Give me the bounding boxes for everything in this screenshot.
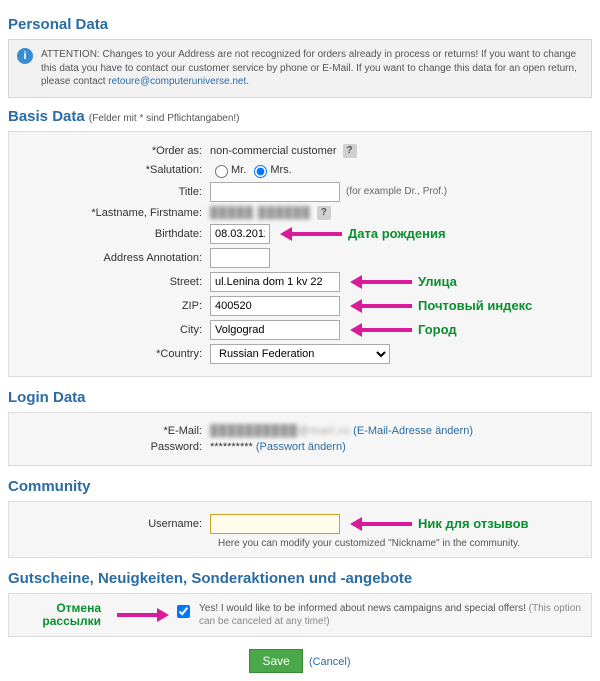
title-hint: (for example Dr., Prof.) xyxy=(346,186,447,197)
city-label: City: xyxy=(15,324,210,336)
order-as-value: non-commercial customer xyxy=(210,145,337,157)
newsletter-checkbox-label: Yes! I would like to be informed about n… xyxy=(199,602,585,628)
annotation-arrow xyxy=(350,323,412,337)
email-value: ██████████@mail.ru xyxy=(210,425,350,437)
salutation-label: *Salutation: xyxy=(15,164,210,176)
help-icon[interactable]: ? xyxy=(317,206,331,220)
annotation-arrow xyxy=(350,275,412,289)
newsletter-checkbox[interactable] xyxy=(177,605,190,618)
newsletter-text: Yes! I would like to be informed about n… xyxy=(199,603,529,614)
birthdate-label: Birthdate: xyxy=(15,228,210,240)
city-input[interactable] xyxy=(210,320,340,340)
salutation-mr-label: Mr. xyxy=(231,164,246,176)
attention-email-link[interactable]: retoure@computeruniverse.net xyxy=(108,76,246,87)
username-annotation: Ник для отзывов xyxy=(418,516,529,531)
cancel-link[interactable]: (Cancel) xyxy=(309,656,351,668)
attention-text: ATTENTION: Changes to your Address are n… xyxy=(41,48,583,89)
password-label: Password: xyxy=(15,441,210,453)
order-as-label: *Order as: xyxy=(15,145,210,157)
attention-box: i ATTENTION: Changes to your Address are… xyxy=(8,39,592,98)
addr-annot-input[interactable] xyxy=(210,248,270,268)
city-annotation: Город xyxy=(418,322,457,337)
community-heading: Community xyxy=(8,478,592,495)
street-input[interactable] xyxy=(210,272,340,292)
salutation-mrs-radio[interactable] xyxy=(254,165,267,178)
name-label: *Lastname, Firstname: xyxy=(15,207,210,219)
basis-subtitle: (Felder mit * sind Pflichtangaben!) xyxy=(89,113,240,124)
newsletter-heading: Gutscheine, Neuigkeiten, Sonderaktionen … xyxy=(8,570,592,587)
zip-label: ZIP: xyxy=(15,300,210,312)
community-panel: Username: Ник для отзывов Here you can m… xyxy=(8,501,592,558)
newsletter-panel: Отмена рассылки Yes! I would like to be … xyxy=(8,593,592,637)
salutation-mr-radio[interactable] xyxy=(215,165,228,178)
country-select[interactable]: Russian Federation xyxy=(210,344,390,364)
zip-annotation: Почтовый индекс xyxy=(418,298,532,313)
username-input[interactable] xyxy=(210,514,340,534)
login-data-panel: *E-Mail: ██████████@mail.ru (E-Mail-Adre… xyxy=(8,412,592,466)
save-button[interactable]: Save xyxy=(249,649,302,673)
basis-title: Basis Data xyxy=(8,108,85,125)
change-password-link[interactable]: (Passwort ändern) xyxy=(256,441,346,453)
help-icon[interactable]: ? xyxy=(343,144,357,158)
street-label: Street: xyxy=(15,276,210,288)
username-label: Username: xyxy=(15,518,210,530)
annotation-arrow xyxy=(280,227,342,241)
login-data-heading: Login Data xyxy=(8,389,592,406)
zip-input[interactable] xyxy=(210,296,340,316)
annotation-arrow xyxy=(117,608,169,622)
email-label: *E-Mail: xyxy=(15,425,210,437)
salutation-mrs-label: Mrs. xyxy=(270,164,291,176)
info-icon: i xyxy=(17,48,33,64)
username-note: Here you can modify your customized "Nic… xyxy=(218,538,585,549)
newsletter-annotation: Отмена рассылки xyxy=(15,602,169,628)
birthdate-annotation: Дата рождения xyxy=(348,226,446,241)
annotation-arrow xyxy=(350,299,412,313)
newsletter-annot-1: Отмена xyxy=(56,601,101,615)
birthdate-input[interactable] xyxy=(210,224,270,244)
name-value: █████ ██████ xyxy=(210,207,311,219)
addr-annot-label: Address Annotation: xyxy=(15,252,210,264)
personal-data-heading: Personal Data xyxy=(8,16,592,33)
title-input[interactable] xyxy=(210,182,340,202)
annotation-arrow xyxy=(350,517,412,531)
basis-data-panel: *Order as: non-commercial customer ? *Sa… xyxy=(8,131,592,377)
change-email-link[interactable]: (E-Mail-Adresse ändern) xyxy=(353,425,473,437)
basis-data-heading: Basis Data (Felder mit * sind Pflichtang… xyxy=(8,108,592,125)
form-actions: Save (Cancel) xyxy=(8,649,592,673)
title-label: Title: xyxy=(15,186,210,198)
password-value: ********** xyxy=(210,441,253,453)
country-label: *Country: xyxy=(15,348,210,360)
street-annotation: Улица xyxy=(418,274,457,289)
newsletter-annot-2: рассылки xyxy=(42,614,101,628)
